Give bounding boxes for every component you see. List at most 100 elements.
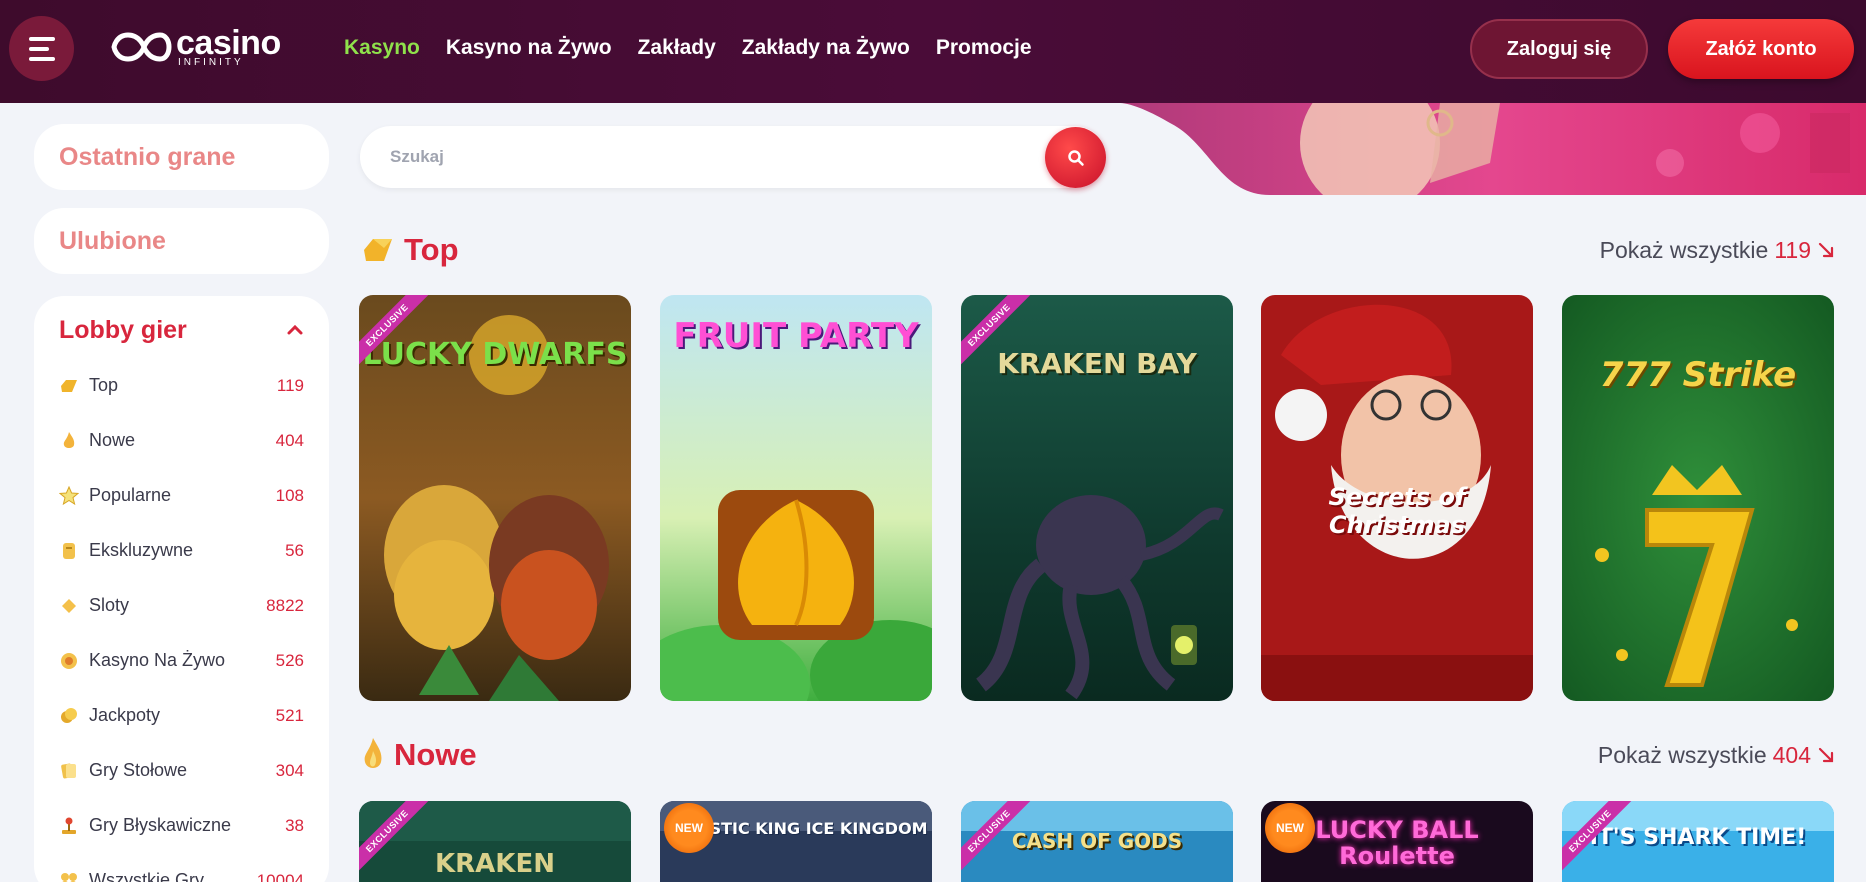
recently-played-card: Ostatnio grane (34, 124, 329, 190)
category-label: Jackpoty (89, 705, 161, 725)
flame-icon (364, 738, 382, 768)
category-count: 119 (276, 375, 304, 395)
section-nowe-header: Nowe Pokaż wszystkie 404 (362, 735, 1835, 775)
category-label: Gry Stołowe (89, 760, 188, 780)
category-jackpoty[interactable]: Jackpoty 521 (59, 688, 304, 743)
show-all-count: 119 (1774, 236, 1811, 263)
casino-infinity-logo[interactable]: casino INFINITY (110, 26, 281, 68)
game-title: Secrets of Christmas (1328, 483, 1466, 539)
category-count: 8822 (266, 595, 304, 615)
nav-zaklady-na-zywo[interactable]: Zakłady na Żywo (742, 36, 910, 60)
nav-kasyno[interactable]: Kasyno (344, 36, 420, 60)
menu-line (28, 36, 55, 41)
infinity-logo-icon (111, 32, 172, 62)
category-count: 108 (275, 485, 304, 505)
section-title: Top (404, 232, 459, 267)
top-icon (364, 239, 392, 261)
game-tile-kraken-bay[interactable]: KRAKEN BAY EXCLUSIVE (961, 295, 1233, 701)
category-label: Kasyno Na Żywo (89, 650, 226, 670)
category-nowe[interactable]: Nowe 404 (59, 413, 304, 468)
favorites-card: Ulubione (34, 208, 329, 274)
show-all-top-link[interactable]: Pokaż wszystkie 119 (1600, 237, 1835, 264)
category-count: 521 (275, 705, 304, 725)
logo-main-text: casino (176, 24, 281, 62)
exclusive-icon (59, 541, 79, 561)
search-bar (360, 126, 1106, 188)
category-ekskluzywne[interactable]: Ekskluzywne 56 (59, 523, 304, 578)
section-top-header: Top Pokaż wszystkie 119 (362, 230, 1835, 270)
game-title: LUCKY DWARFS (362, 337, 628, 372)
game-tile-lucky-dwarfs[interactable]: LUCKY DWARFS EXCLUSIVE (359, 295, 631, 701)
category-popularne[interactable]: Popularne 108 (59, 468, 304, 523)
show-all-count: 404 (1772, 741, 1811, 768)
search-input[interactable] (390, 126, 1050, 188)
new-badge: NEW (1265, 803, 1315, 853)
category-label: Ekskluzywne (89, 540, 194, 560)
coins-icon (59, 706, 79, 726)
arrow-down-right-icon (1818, 242, 1834, 258)
category-label: Wszystkie Gry (89, 870, 204, 882)
game-tile-fruit-party[interactable]: FRUIT PARTY (660, 295, 932, 701)
slots-icon (59, 596, 79, 616)
main-nav: Kasyno Kasyno na Żywo Zakłady Zakłady na… (344, 36, 1032, 60)
joystick-icon (59, 816, 79, 836)
live-casino-icon (59, 651, 79, 671)
menu-line (28, 46, 49, 51)
category-count: 404 (275, 430, 304, 450)
nav-kasyno-na-zywo[interactable]: Kasyno na Żywo (446, 36, 612, 60)
game-tile-its-shark-time[interactable]: IT'S SHARK TIME! EXCLUSIVE (1562, 801, 1834, 882)
category-wszystkie-gry[interactable]: Wszystkie Gry 10004 (59, 853, 304, 882)
category-gry-blyskawiczne[interactable]: Gry Błyskawiczne 38 (59, 798, 304, 853)
game-title: KRAKEN (435, 849, 555, 879)
game-tile-777-strike[interactable]: 777 Strike (1562, 295, 1834, 701)
category-label: Gry Błyskawiczne (89, 815, 232, 835)
game-tile-lucky-ball-roulette[interactable]: LUCKY BALL Roulette NEW (1261, 801, 1533, 882)
login-button[interactable]: Zaloguj się (1470, 19, 1648, 79)
category-count: 56 (285, 540, 304, 560)
top-header: casino INFINITY Kasyno Kasyno na Żywo Za… (0, 0, 1866, 103)
show-all-label: Pokaż wszystkie (1599, 236, 1769, 263)
star-icon (59, 485, 79, 506)
category-kasyno-na-zywo[interactable]: Kasyno Na Żywo 526 (59, 633, 304, 688)
nav-promocje[interactable]: Promocje (936, 36, 1032, 60)
show-all-label: Pokaż wszystkie (1597, 741, 1767, 768)
game-title: 777 Strike (1599, 355, 1797, 395)
game-title: KRAKEN BAY (997, 347, 1197, 380)
game-lobby-panel: Lobby gier Top 119 Nowe 404 Popularne 10… (34, 296, 329, 882)
new-badge: NEW (664, 803, 714, 853)
category-sloty[interactable]: Sloty 8822 (59, 578, 304, 633)
search-button[interactable] (1045, 127, 1106, 188)
game-tile-majestic-king[interactable]: MAJESTIC KING ICE KINGDOM NEW (660, 801, 932, 882)
category-count: 10004 (256, 870, 304, 882)
category-label: Nowe (89, 430, 136, 450)
category-count: 304 (275, 760, 304, 780)
flame-icon (59, 431, 79, 451)
category-count: 38 (285, 815, 304, 835)
search-icon (1067, 149, 1084, 166)
recently-played-link[interactable]: Ostatnio grane (34, 124, 329, 190)
chevron-up-icon[interactable] (286, 321, 304, 339)
category-label: Top (89, 375, 119, 395)
game-title: CASH OF GODS (1011, 829, 1183, 853)
show-all-nowe-link[interactable]: Pokaż wszystkie 404 (1598, 742, 1835, 769)
category-count: 526 (275, 650, 304, 670)
top-icon (59, 376, 79, 396)
game-tile-cash-of-gods[interactable]: CASH OF GODS EXCLUSIVE (961, 801, 1233, 882)
nav-zaklady[interactable]: Zakłady (638, 36, 716, 60)
hamburger-menu-button[interactable] (9, 16, 74, 81)
all-games-icon (59, 871, 79, 882)
category-label: Sloty (89, 595, 130, 615)
category-gry-stolowe[interactable]: Gry Stołowe 304 (59, 743, 304, 798)
lobby-title: Lobby gier (59, 315, 187, 344)
favorites-link[interactable]: Ulubione (34, 208, 329, 274)
register-button[interactable]: Załóż konto (1668, 19, 1854, 79)
category-top[interactable]: Top 119 (59, 358, 304, 413)
game-tile-kraken[interactable]: KRAKEN EXCLUSIVE (359, 801, 631, 882)
promo-banner[interactable] (1110, 103, 1866, 195)
cards-icon (59, 761, 79, 781)
category-label: Popularne (89, 485, 172, 505)
menu-line (28, 56, 55, 61)
arrow-down-right-icon (1818, 747, 1834, 763)
game-tile-secrets-of-christmas[interactable]: Secrets of Christmas (1261, 295, 1533, 701)
game-title: FRUIT PARTY (673, 316, 919, 356)
